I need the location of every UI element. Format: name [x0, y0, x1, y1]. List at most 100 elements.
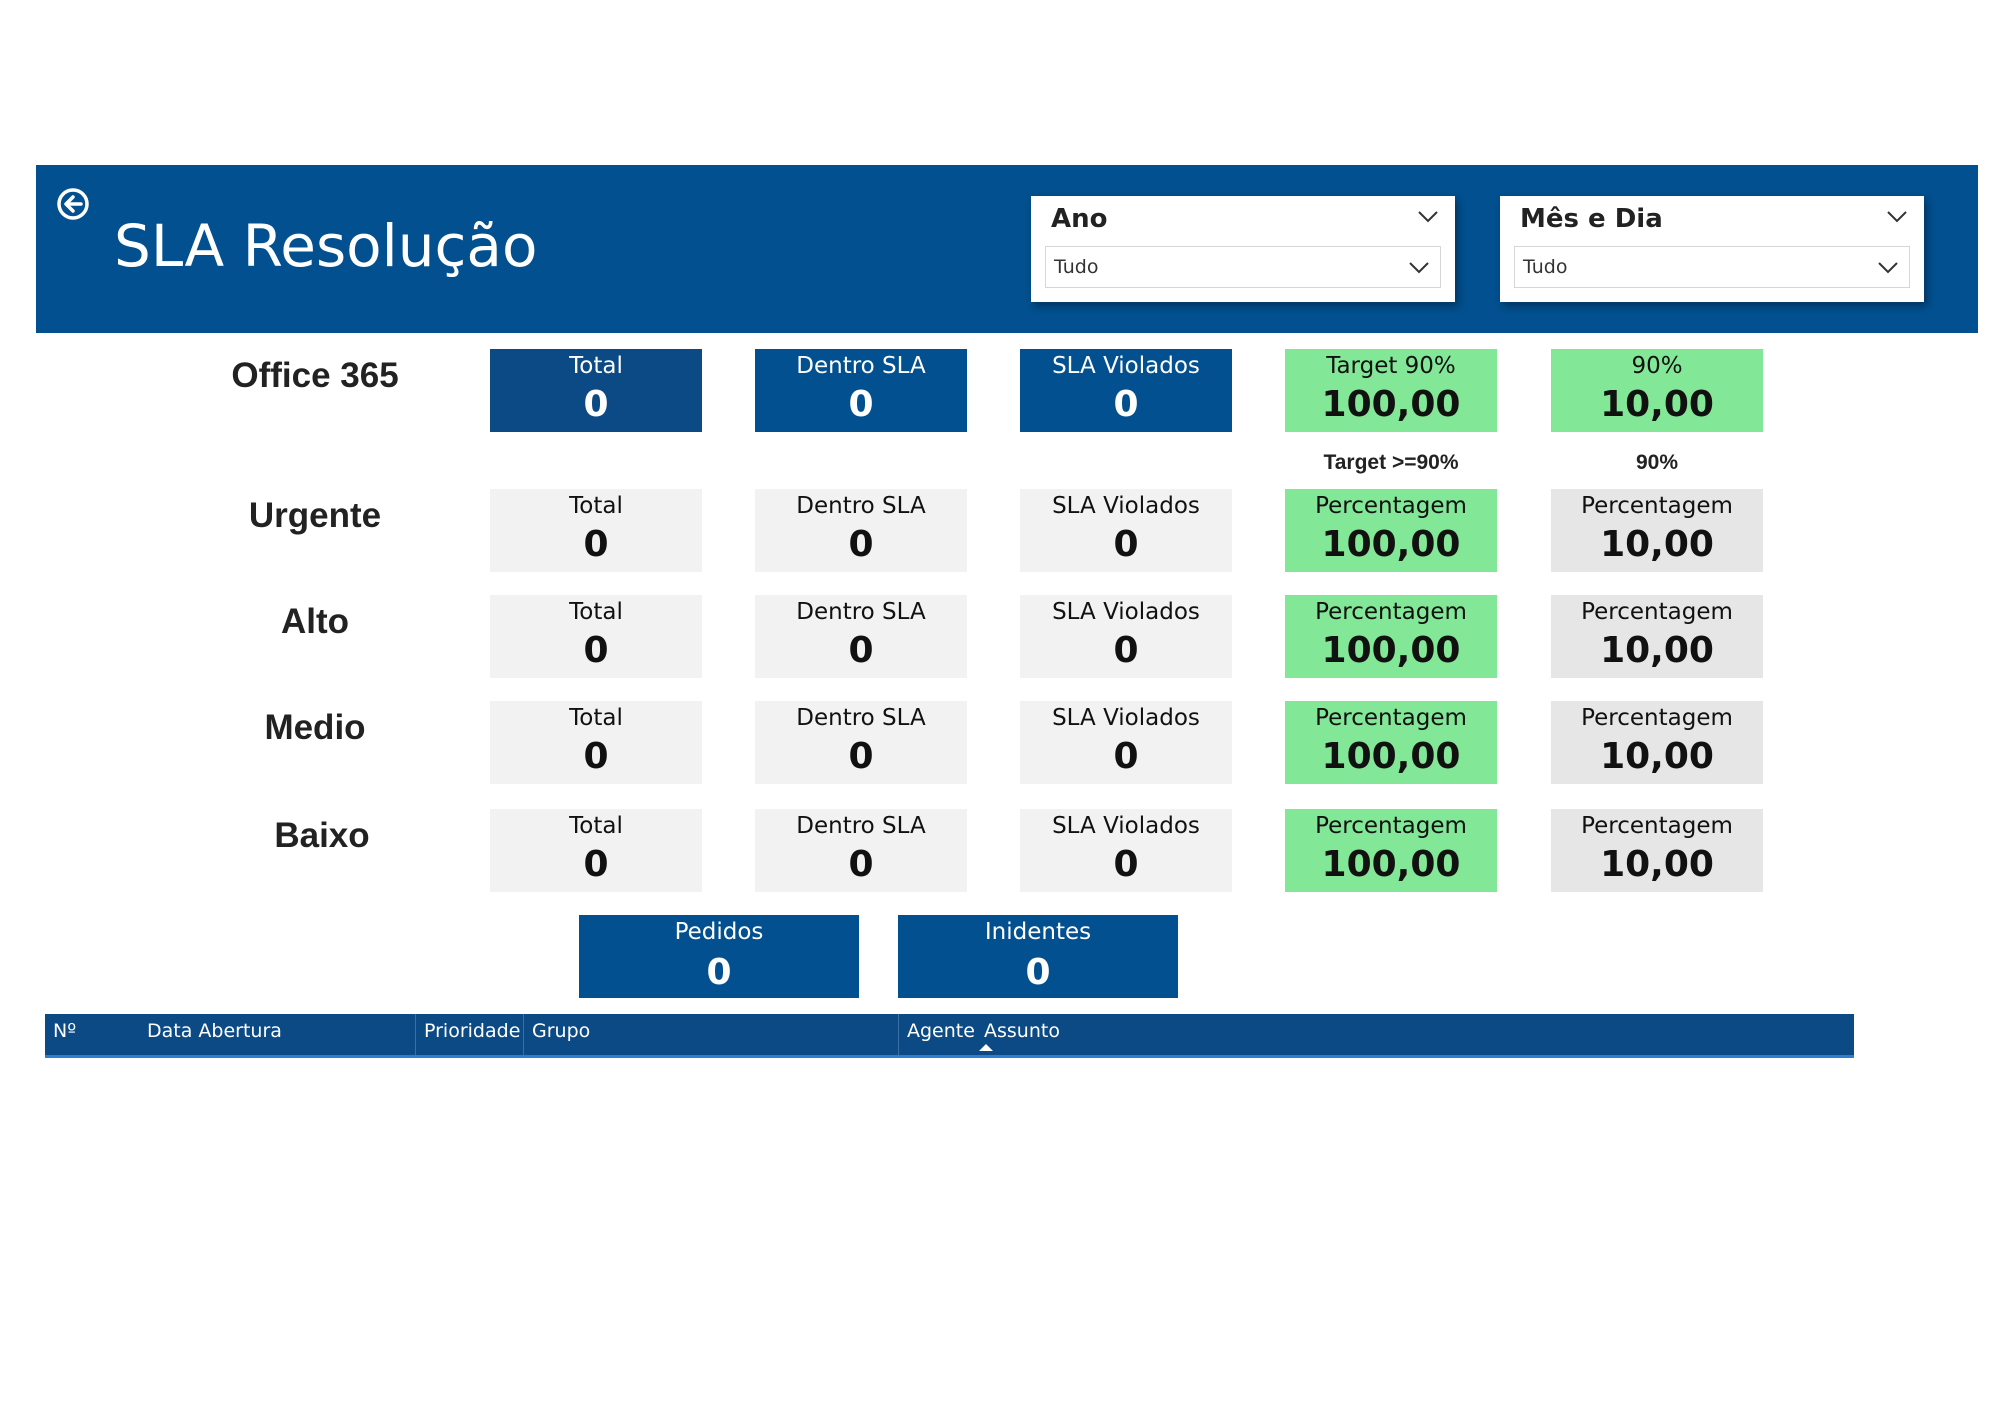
medio-total-card: Total 0	[490, 701, 702, 784]
card-label: SLA Violados	[1052, 599, 1200, 625]
card-label: Dentro SLA	[796, 493, 926, 519]
card-value: 0	[1113, 384, 1139, 425]
card-value: 0	[583, 524, 609, 565]
urgente-percentagem-90-card: Percentagem 10,00	[1551, 489, 1763, 572]
office-dentro-card: Dentro SLA 0	[755, 349, 967, 432]
card-label: Percentagem	[1581, 493, 1733, 519]
card-label: Percentagem	[1315, 813, 1467, 839]
urgente-percentagem-target-card: Percentagem 100,00	[1285, 489, 1497, 572]
card-label: Total	[569, 705, 623, 731]
card-label: SLA Violados	[1052, 705, 1200, 731]
card-label: SLA Violados	[1052, 813, 1200, 839]
card-value: 100,00	[1321, 844, 1461, 885]
alto-percentagem-90-card: Percentagem 10,00	[1551, 595, 1763, 678]
column-header-prioridade[interactable]: Prioridade	[415, 1014, 523, 1055]
slicer-ano-dropdown[interactable]: Tudo	[1045, 246, 1441, 288]
card-value: 0	[848, 384, 874, 425]
incidentes-card: Inidentes 0	[898, 915, 1178, 998]
column-header-agente[interactable]: Agente	[898, 1014, 978, 1055]
card-value: 0	[848, 630, 874, 671]
card-value: 10,00	[1600, 736, 1714, 777]
baixo-total-card: Total 0	[490, 809, 702, 892]
chevron-down-icon[interactable]	[1886, 210, 1908, 224]
card-label: Target 90%	[1326, 353, 1456, 379]
card-label: Dentro SLA	[796, 353, 926, 379]
card-label: SLA Violados	[1052, 353, 1200, 379]
chevron-down-icon[interactable]	[1408, 261, 1430, 275]
card-value: 0	[583, 844, 609, 885]
card-value: 0	[583, 384, 609, 425]
slicer-ano: Ano Tudo	[1031, 196, 1455, 302]
urgente-violados-card: SLA Violados 0	[1020, 489, 1232, 572]
page-title: SLA Resolução	[114, 212, 538, 280]
baixo-dentro-card: Dentro SLA 0	[755, 809, 967, 892]
card-value: 10,00	[1600, 630, 1714, 671]
medio-percentagem-target-card: Percentagem 100,00	[1285, 701, 1497, 784]
medio-dentro-card: Dentro SLA 0	[755, 701, 967, 784]
slicer-mes-dia-title: Mês e Dia	[1520, 204, 1663, 234]
slicer-ano-value: Tudo	[1054, 256, 1099, 278]
slicer-mes-dia: Mês e Dia Tudo	[1500, 196, 1924, 302]
card-value: 100,00	[1321, 384, 1461, 425]
card-label: SLA Violados	[1052, 493, 1200, 519]
card-label: Total	[569, 813, 623, 839]
report-header: SLA Resolução Ano Tudo Mês e Dia Tudo	[36, 165, 1978, 333]
urgente-total-card: Total 0	[490, 489, 702, 572]
subheader-target: Target >=90%	[1323, 451, 1459, 474]
office-total-card: Total 0	[490, 349, 702, 432]
card-value: 0	[1025, 952, 1051, 993]
alto-violados-card: SLA Violados 0	[1020, 595, 1232, 678]
office-violados-card: SLA Violados 0	[1020, 349, 1232, 432]
card-label: Percentagem	[1315, 493, 1467, 519]
card-value: 0	[848, 844, 874, 885]
medio-violados-card: SLA Violados 0	[1020, 701, 1232, 784]
card-label: Total	[569, 493, 623, 519]
card-label: Percentagem	[1581, 705, 1733, 731]
card-label: Total	[569, 599, 623, 625]
row-label-baixo: Baixo	[274, 816, 370, 855]
card-label: Total	[569, 353, 623, 379]
card-value: 0	[1113, 844, 1139, 885]
card-value: 100,00	[1321, 736, 1461, 777]
card-value: 0	[1113, 524, 1139, 565]
card-label: Dentro SLA	[796, 813, 926, 839]
card-value: 10,00	[1600, 844, 1714, 885]
pedidos-card: Pedidos 0	[579, 915, 859, 998]
card-label: Dentro SLA	[796, 705, 926, 731]
alto-percentagem-target-card: Percentagem 100,00	[1285, 595, 1497, 678]
card-label: 90%	[1631, 353, 1683, 379]
subheader-90: 90%	[1635, 451, 1679, 474]
card-value: 0	[848, 524, 874, 565]
chevron-down-icon[interactable]	[1877, 261, 1899, 275]
card-value: 0	[583, 630, 609, 671]
office-90-card: 90% 10,00	[1551, 349, 1763, 432]
row-label-medio: Medio	[264, 708, 366, 747]
card-value: 10,00	[1600, 384, 1714, 425]
urgente-dentro-card: Dentro SLA 0	[755, 489, 967, 572]
baixo-violados-card: SLA Violados 0	[1020, 809, 1232, 892]
chevron-down-icon[interactable]	[1417, 210, 1439, 224]
card-label: Percentagem	[1581, 813, 1733, 839]
card-value: 100,00	[1321, 630, 1461, 671]
slicer-mes-dia-dropdown[interactable]: Tudo	[1514, 246, 1910, 288]
column-header-grupo[interactable]: Grupo	[523, 1014, 898, 1055]
column-header-data-abertura[interactable]: Data Abertura	[139, 1014, 415, 1055]
row-label-alto: Alto	[280, 602, 350, 641]
card-value: 0	[583, 736, 609, 777]
column-header-numero[interactable]: Nº	[45, 1014, 139, 1055]
card-label: Pedidos	[674, 919, 764, 945]
card-value: 0	[1113, 630, 1139, 671]
slicer-ano-title: Ano	[1051, 204, 1108, 234]
arrow-left-circle-icon[interactable]	[56, 187, 90, 221]
alto-total-card: Total 0	[490, 595, 702, 678]
baixo-percentagem-target-card: Percentagem 100,00	[1285, 809, 1497, 892]
card-label: Percentagem	[1315, 599, 1467, 625]
card-value: 0	[848, 736, 874, 777]
card-value: 10,00	[1600, 524, 1714, 565]
card-value: 0	[1113, 736, 1139, 777]
column-header-assunto[interactable]: Assunto	[976, 1014, 1176, 1055]
row-label-office365: Office 365	[231, 356, 399, 395]
card-label: Inidentes	[984, 919, 1092, 945]
sort-ascending-icon[interactable]	[979, 1044, 993, 1051]
card-label: Dentro SLA	[796, 599, 926, 625]
